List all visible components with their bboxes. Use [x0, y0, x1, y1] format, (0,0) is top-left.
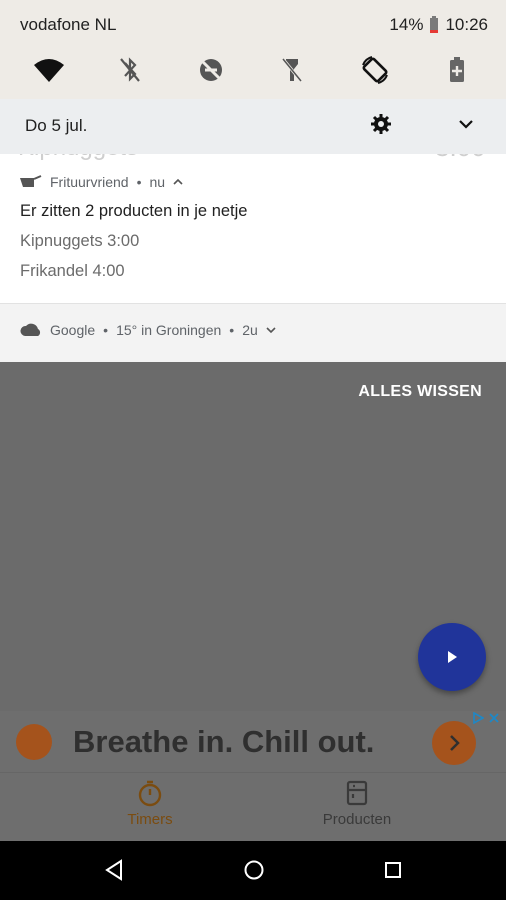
battery-saver-icon	[450, 57, 464, 82]
flashlight-tile[interactable]	[274, 52, 310, 88]
bluetooth-tile[interactable]	[112, 52, 148, 88]
clock: 10:26	[445, 15, 488, 34]
ad-arrow-button[interactable]	[432, 721, 476, 765]
notification-line: Kipnuggets 3:00	[20, 232, 140, 250]
ad-logo	[16, 724, 52, 760]
back-icon	[105, 859, 122, 881]
bottom-tab-bar	[0, 772, 506, 841]
home-button[interactable]	[242, 858, 266, 882]
auto-rotate-tile[interactable]	[357, 52, 393, 88]
chevron-down-icon[interactable]	[266, 325, 276, 335]
fryer-icon	[346, 780, 368, 806]
clear-all-button[interactable]: ALLES WISSEN	[358, 383, 482, 401]
start-timer-fab[interactable]	[418, 623, 486, 691]
shade-footer: Do 5 jul.	[0, 99, 506, 154]
battery-percent: 14%	[389, 15, 424, 34]
date-label: Do 5 jul.	[25, 116, 88, 135]
play-icon	[448, 651, 457, 663]
weather-detail: 15° in Groningen	[116, 322, 222, 338]
recents-icon	[385, 862, 401, 878]
notification-line: Frikandel 4:00	[20, 262, 125, 280]
weather-app-name: Google	[50, 322, 96, 338]
close-icon[interactable]	[488, 712, 500, 724]
do-not-disturb-off-icon	[199, 58, 223, 82]
ad-choices[interactable]	[472, 712, 500, 724]
fryer-basket-icon	[20, 175, 42, 187]
ad-headline: Breathe in. Chill out.	[73, 724, 375, 759]
notification-title: Er zitten 2 producten in je netje	[20, 202, 248, 220]
notification-app-name: Frituurvriend	[50, 174, 129, 190]
tab-producten-label: Producten	[322, 811, 392, 828]
status-bar: vodafone NL 14% 10:26	[0, 0, 506, 50]
recents-button[interactable]	[381, 858, 405, 882]
weather-header: Google • 15° in Groningen • 2u	[20, 322, 276, 338]
carrier-name: vodafone NL	[20, 15, 117, 34]
wifi-tile[interactable]	[31, 52, 67, 88]
weather-time: 2u	[242, 322, 258, 338]
separator-dot: •	[103, 322, 109, 338]
notification-header: Frituurvriend • nu	[20, 174, 183, 190]
wifi-icon	[34, 59, 64, 82]
chevron-right-icon	[450, 735, 460, 751]
chevron-down-icon[interactable]	[456, 114, 476, 134]
tab-timers-label: Timers	[127, 811, 173, 828]
auto-rotate-icon	[362, 56, 388, 84]
bluetooth-off-icon	[120, 57, 140, 82]
separator-dot: •	[229, 322, 235, 338]
back-button[interactable]	[102, 858, 126, 882]
cloud-icon	[20, 323, 41, 336]
quick-settings-tiles	[0, 50, 506, 90]
gear-icon[interactable]	[370, 113, 392, 135]
flashlight-off-icon	[281, 58, 303, 82]
separator-dot: •	[136, 174, 142, 190]
tab-timers[interactable]: Timers	[90, 779, 210, 828]
battery-saver-tile[interactable]	[439, 52, 475, 88]
do-not-disturb-tile[interactable]	[193, 52, 229, 88]
notification-time: nu	[149, 174, 166, 190]
battery-low-icon	[430, 16, 439, 33]
home-icon	[244, 860, 264, 880]
stopwatch-icon	[138, 780, 162, 807]
chevron-up-icon[interactable]	[173, 177, 183, 187]
tab-producten[interactable]: Producten	[297, 779, 417, 828]
ad-choices-icon	[473, 712, 484, 724]
